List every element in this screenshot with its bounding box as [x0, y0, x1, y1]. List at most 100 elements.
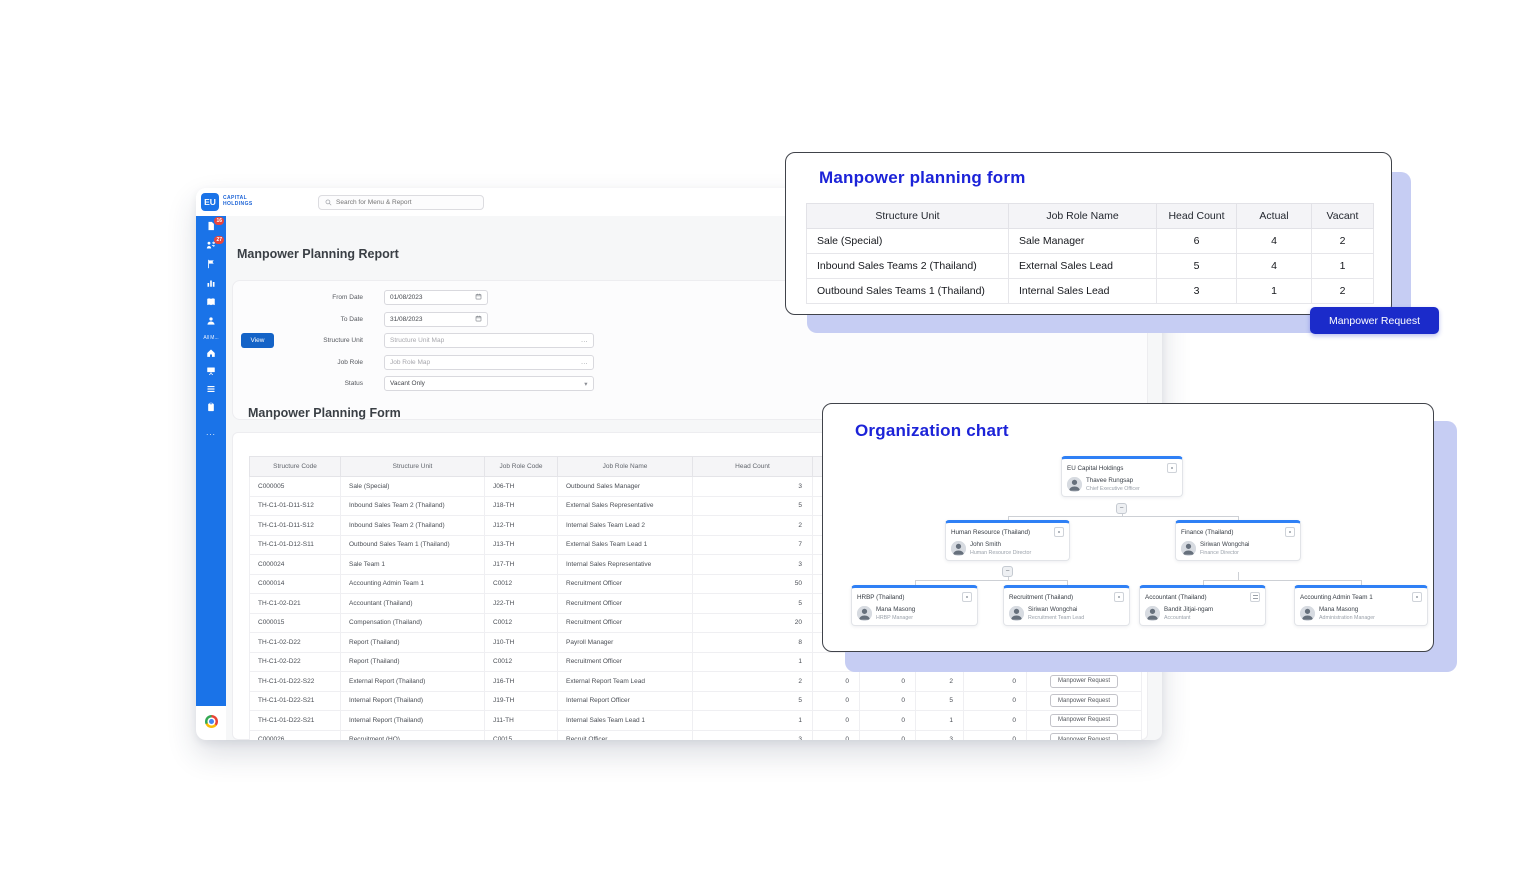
- cell-extra: 0: [813, 672, 860, 692]
- card-cell-head-count: 3: [1157, 279, 1237, 304]
- calendar-icon[interactable]: [475, 315, 482, 324]
- org-node-unit: Recruitment (Thailand): [1009, 594, 1073, 601]
- row-manpower-request-button[interactable]: Manpower Request: [1050, 733, 1118, 740]
- view-button[interactable]: View: [241, 333, 274, 348]
- cell-job-role-name: Internal Sales Representative: [558, 555, 693, 575]
- row-manpower-request-button[interactable]: Manpower Request: [1050, 694, 1118, 707]
- cell-structure-code: TH-C1-02-D22: [250, 633, 341, 653]
- dot-icon[interactable]: [1167, 463, 1177, 473]
- table-row: TH-C1-01-D22-S21Internal Report (Thailan…: [250, 691, 1142, 711]
- ellipsis-icon[interactable]: ...: [581, 359, 588, 366]
- sidebar-item-book[interactable]: [196, 293, 226, 312]
- cell-job-role-code: J06-TH: [485, 477, 558, 497]
- org-node-acc[interactable]: Accountant (Thailand) Bandit Jitjai-ngamA…: [1139, 585, 1266, 626]
- cell-structure-unit: Internal Report (Thailand): [341, 711, 485, 731]
- org-node-header: Accountant (Thailand): [1145, 592, 1260, 602]
- cell-structure-unit: Accounting Admin Team 1: [341, 574, 485, 594]
- org-node-person: Siriwan WongchaiFinance Director: [1200, 541, 1249, 556]
- job-role-lookup-field[interactable]: Job Role Map...: [384, 355, 594, 370]
- dot-icon[interactable]: [1285, 527, 1295, 537]
- structure-unit-lookup-field[interactable]: Structure Unit Map...: [384, 333, 594, 348]
- org-collapse-button[interactable]: −: [1116, 503, 1127, 514]
- org-node-name: Thavee Rungsap: [1086, 477, 1140, 484]
- dot-icon[interactable]: [1114, 592, 1124, 602]
- date-field-from[interactable]: 01/08/2023: [384, 290, 488, 305]
- cell-extra: 3: [916, 730, 964, 740]
- dot-icon[interactable]: [1412, 592, 1422, 602]
- card-table-row: Inbound Sales Teams 2 (Thailand)External…: [807, 254, 1374, 279]
- sidebar-section-label: All M...: [203, 331, 218, 345]
- cell-head-count: 5: [693, 594, 813, 614]
- cell-head-count: 7: [693, 535, 813, 555]
- sidebar-item-file[interactable]: 16: [196, 217, 226, 236]
- sidebar-item-home[interactable]: [196, 345, 226, 363]
- dot-icon[interactable]: [962, 592, 972, 602]
- clipboard-icon: [206, 399, 216, 417]
- cell-structure-unit: Inbound Sales Team 2 (Thailand): [341, 516, 485, 536]
- cell-structure-code: C000015: [250, 613, 341, 633]
- org-node-body: Siriwan WongchaiRecruitment Team Lead: [1009, 606, 1124, 621]
- sidebar-item-flag[interactable]: [196, 255, 226, 274]
- org-node-body: Thavee RungsapChief Executive Officer: [1067, 477, 1177, 492]
- cell-action: Manpower Request: [1027, 711, 1142, 731]
- cell-head-count: 3: [693, 555, 813, 575]
- cell-job-role-name: Recruitment Officer: [558, 594, 693, 614]
- status-select[interactable]: Vacant Only▾: [384, 376, 594, 391]
- cell-structure-code: C000005: [250, 477, 341, 497]
- card-table-row: Sale (Special)Sale Manager642: [807, 229, 1374, 254]
- sidebar-item-user-clock[interactable]: [196, 312, 226, 331]
- org-node-root[interactable]: EU Capital HoldingsThavee RungsapChief E…: [1061, 456, 1183, 497]
- cell-job-role-code: J22-TH: [485, 594, 558, 614]
- org-connector-line: [1238, 572, 1239, 580]
- card-cell-actual: 4: [1237, 254, 1312, 279]
- org-node-role: Administration Manager: [1319, 615, 1375, 621]
- company-logo: EU: [201, 193, 219, 211]
- presentation-icon: [206, 363, 216, 381]
- org-node-person: Bandit Jitjai-ngamAccountant: [1164, 606, 1213, 621]
- sidebar-more-button[interactable]: ...: [206, 417, 216, 447]
- row-manpower-request-button[interactable]: Manpower Request: [1050, 675, 1118, 688]
- dot-icon[interactable]: [1054, 527, 1064, 537]
- flag-icon: [206, 256, 216, 274]
- ellipsis-icon[interactable]: ...: [581, 337, 588, 344]
- org-node-rec[interactable]: Recruitment (Thailand) Siriwan WongchaiRe…: [1003, 585, 1130, 626]
- cell-extra: 0: [860, 691, 916, 711]
- column-header: Head Count: [693, 457, 813, 477]
- cell-job-role-code: J19-TH: [485, 691, 558, 711]
- sidebar-item-clipboard[interactable]: [196, 399, 226, 417]
- manpower-request-button[interactable]: Manpower Request: [1310, 307, 1439, 334]
- avatar: [1300, 606, 1315, 621]
- cell-structure-unit: External Report (Thailand): [341, 672, 485, 692]
- menu-icon[interactable]: [1250, 592, 1260, 602]
- org-node-fin[interactable]: Finance (Thailand)Siriwan WongchaiFinanc…: [1175, 520, 1301, 561]
- org-node-hr[interactable]: Human Resource (Thailand)John SmithHuman…: [945, 520, 1070, 561]
- sidebar-item-people-arrows[interactable]: 27: [196, 236, 226, 255]
- cell-extra: 5: [916, 691, 964, 711]
- org-node-admin[interactable]: Accounting Admin Team 1Mana MasongAdmini…: [1294, 585, 1428, 626]
- global-search[interactable]: [318, 195, 484, 210]
- card-cell-vacant: 2: [1312, 279, 1374, 304]
- org-node-header: Recruitment (Thailand): [1009, 592, 1124, 602]
- org-node-header: Accounting Admin Team 1: [1300, 592, 1422, 602]
- row-manpower-request-button[interactable]: Manpower Request: [1050, 714, 1118, 727]
- date-value: 31/08/2023: [390, 316, 423, 323]
- avatar: [1009, 606, 1024, 621]
- page-title: Manpower Planning Report: [237, 247, 399, 261]
- search-input[interactable]: [336, 199, 477, 206]
- cell-structure-unit: Outbound Sales Team 1 (Thailand): [341, 535, 485, 555]
- org-node-hrbp[interactable]: HRBP (Thailand)Mana MasongHRBP Manager: [851, 585, 978, 626]
- card-column-header: Head Count: [1157, 204, 1237, 229]
- sidebar-item-presentation[interactable]: [196, 363, 226, 381]
- sidebar-item-bar-chart[interactable]: [196, 274, 226, 293]
- home-icon: [206, 345, 216, 363]
- sidebar-item-list[interactable]: [196, 381, 226, 399]
- org-collapse-button[interactable]: −: [1002, 566, 1013, 577]
- calendar-icon[interactable]: [475, 293, 482, 302]
- date-field-to[interactable]: 31/08/2023: [384, 312, 488, 327]
- notification-badge: 27: [214, 236, 224, 244]
- org-node-role: Recruitment Team Lead: [1028, 615, 1084, 621]
- org-node-name: John Smith: [970, 541, 1031, 548]
- cell-head-count: 50: [693, 574, 813, 594]
- chrome-icon[interactable]: [205, 715, 218, 728]
- avatar: [857, 606, 872, 621]
